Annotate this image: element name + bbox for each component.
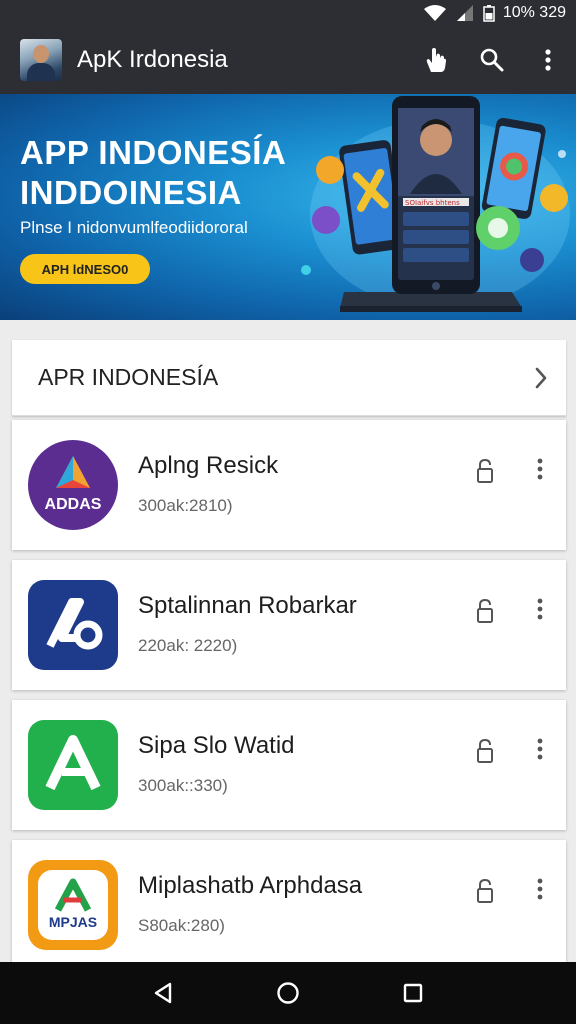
more-vert-icon[interactable] bbox=[527, 454, 553, 484]
list-item[interactable]: Sptalinnan Robarkar 220ak: 2220) bbox=[12, 560, 566, 690]
app-title: ApK Irdonesia bbox=[77, 46, 228, 73]
unlock-icon[interactable] bbox=[472, 876, 498, 906]
unlock-icon[interactable] bbox=[472, 736, 498, 766]
home-icon[interactable] bbox=[263, 968, 313, 1018]
app-icon bbox=[28, 720, 118, 810]
list-item[interactable]: ADDAS Aplng Resick 300ak:2810) bbox=[12, 420, 566, 550]
app-name: Miplashatb Arphdasa bbox=[138, 872, 363, 899]
section-title: APR INDONESÍA bbox=[38, 364, 219, 390]
app-meta: 300ak:2810) bbox=[138, 496, 233, 515]
more-vert-icon[interactable] bbox=[520, 32, 576, 88]
system-nav-bar bbox=[0, 962, 576, 1024]
app-name: Aplng Resick bbox=[138, 452, 279, 479]
promo-banner[interactable]: APP INDONESÍA INDDOINESIA Plnse I nidonv… bbox=[0, 94, 576, 320]
app-bar: ApK Irdonesia bbox=[0, 26, 576, 94]
more-vert-icon[interactable] bbox=[527, 594, 553, 624]
avatar[interactable] bbox=[20, 39, 62, 81]
recents-icon[interactable] bbox=[388, 968, 438, 1018]
unlock-icon[interactable] bbox=[472, 596, 498, 626]
app-icon bbox=[28, 580, 118, 670]
banner-subtitle: Plnse I nidonvumlfeodiidororal bbox=[20, 218, 248, 237]
app-meta: 300ak::330) bbox=[138, 776, 228, 795]
app-icon: MPJAS bbox=[28, 860, 118, 950]
search-icon[interactable] bbox=[464, 32, 520, 88]
app-icon: ADDAS bbox=[28, 440, 118, 530]
list-item[interactable]: MPJAS Miplashatb Arphdasa S80ak:280) bbox=[12, 840, 566, 970]
back-icon[interactable] bbox=[138, 968, 188, 1018]
app-name: Sipa Slo Watid bbox=[138, 732, 295, 759]
svg-text:SOIaifvs bhtens: SOIaifvs bhtens bbox=[405, 199, 460, 207]
svg-text:ADDAS: ADDAS bbox=[45, 496, 102, 513]
banner-headline: APP INDONESÍA bbox=[20, 134, 287, 171]
svg-text:MPJAS: MPJAS bbox=[49, 914, 97, 930]
battery-text: 10% 329 bbox=[502, 4, 566, 21]
banner-button[interactable]: APH ldNESO0 bbox=[20, 254, 150, 284]
section-header[interactable]: APR INDONESÍA bbox=[12, 340, 566, 416]
hand-cursor-icon[interactable] bbox=[408, 32, 464, 88]
more-vert-icon[interactable] bbox=[527, 734, 553, 764]
list-item[interactable]: Sipa Slo Watid 300ak::330) bbox=[12, 700, 566, 830]
more-vert-icon[interactable] bbox=[527, 874, 553, 904]
banner-phones-illustration: SOIaifvs bhtens bbox=[301, 96, 570, 312]
signal-icon bbox=[455, 4, 475, 22]
banner-headline-2: INDDOINESIA bbox=[20, 174, 242, 211]
app-meta: 220ak: 2220) bbox=[138, 636, 238, 655]
chevron-right-icon[interactable] bbox=[516, 366, 566, 390]
battery-icon bbox=[483, 4, 495, 22]
status-bar: 10% 329 bbox=[0, 0, 576, 26]
wifi-icon bbox=[423, 4, 447, 22]
app-meta: S80ak:280) bbox=[138, 916, 225, 935]
app-name: Sptalinnan Robarkar bbox=[138, 592, 357, 619]
unlock-icon[interactable] bbox=[472, 456, 498, 486]
